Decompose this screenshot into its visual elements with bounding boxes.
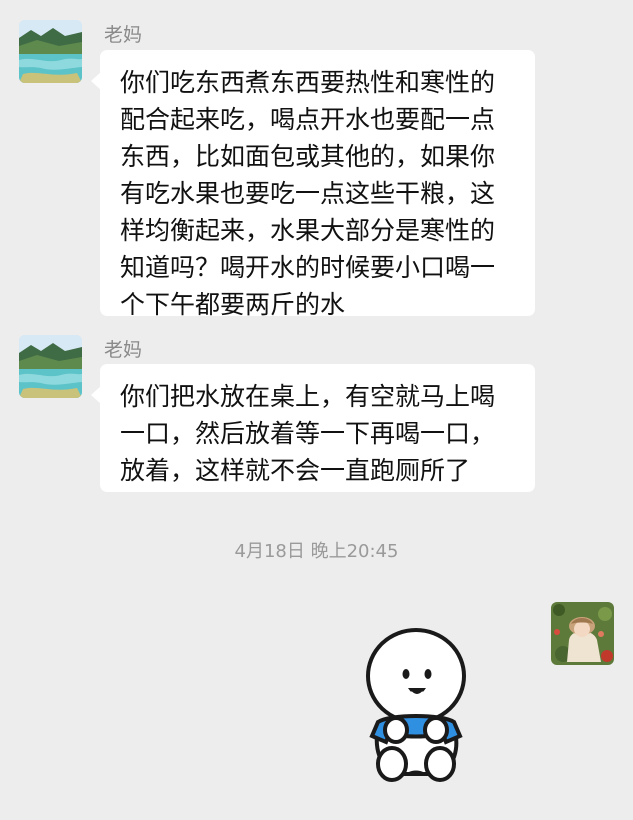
message-row: 老妈 你们把水放在桌上，有空就马上喝 一口，然后放着等一下再喝一口， 放着，这样…: [0, 0, 633, 500]
sender-avatar-icon[interactable]: [19, 335, 82, 398]
cartoon-blob-sticker[interactable]: [356, 624, 476, 784]
message-line: 一口，然后放着等一下再喝一口，: [120, 419, 496, 448]
message-timestamp: 4月18日 晚上20:45: [234, 541, 399, 562]
sender-name: 老妈: [104, 339, 143, 361]
self-avatar-icon[interactable]: [551, 602, 614, 665]
message-line: 你们把水放在桌上，有空就马上喝: [120, 382, 496, 411]
message-line: 放着，这样就不会一直跑厕所了: [120, 456, 471, 485]
message-bubble[interactable]: 你们把水放在桌上，有空就马上喝 一口，然后放着等一下再喝一口， 放着，这样就不会…: [91, 364, 535, 492]
